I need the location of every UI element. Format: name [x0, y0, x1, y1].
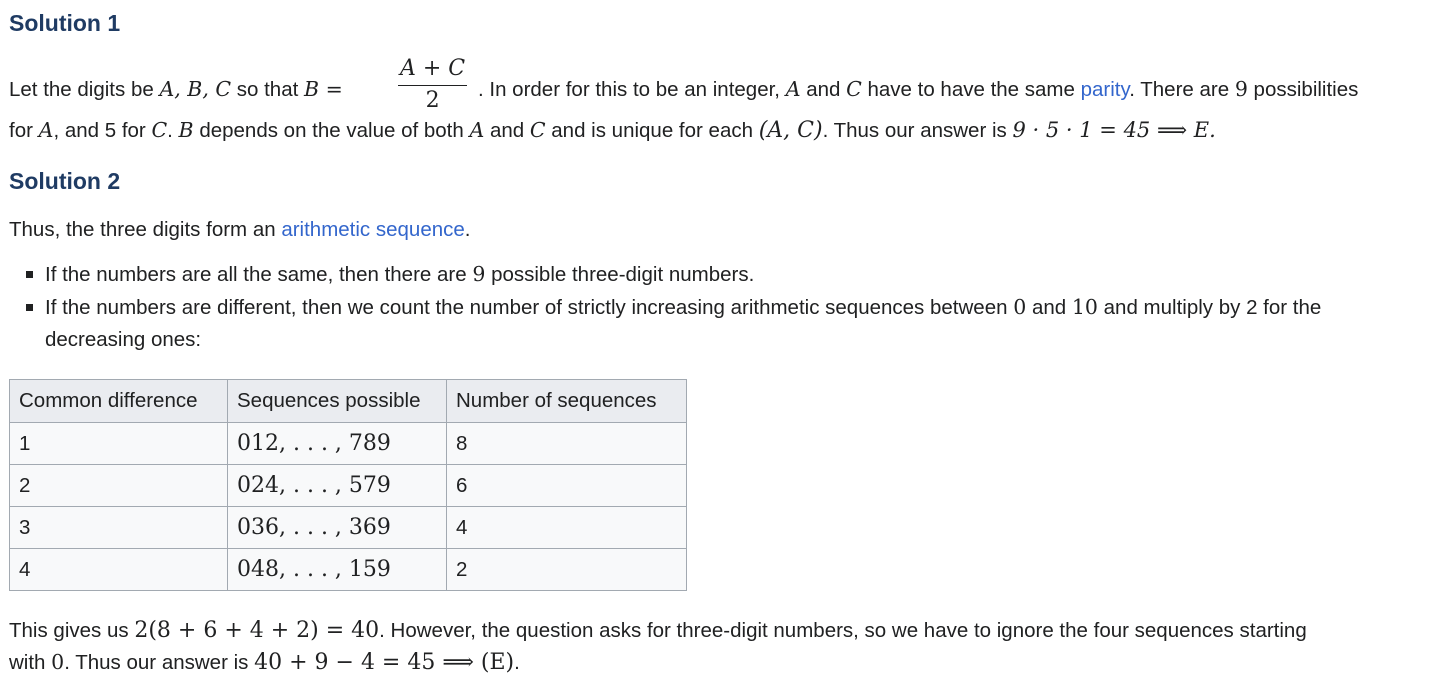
text: for	[9, 119, 39, 142]
solution-2-heading: Solution 2	[9, 168, 121, 194]
text: . Thus our answer is	[822, 119, 1013, 142]
table-cell: 6	[446, 464, 687, 507]
bullet-icon	[26, 271, 33, 278]
text: .	[167, 119, 179, 142]
math-answer-2: 40 + 9 − 4 = 45 ⟹ (E)	[254, 650, 515, 675]
list-item: If the numbers are all the same, then th…	[9, 258, 1449, 291]
solution-1-line-1-cont: . In order for this to be an integer, A …	[478, 77, 1358, 102]
solution-1-line-1: Let the digits be A, B, C so that B =	[9, 77, 343, 102]
column-header: Sequences possible	[227, 379, 447, 423]
conclusion-line-2: with 0. Thus our answer is 40 + 9 − 4 = …	[9, 650, 520, 675]
math-b-equals: B =	[304, 77, 343, 101]
table-cell: 8	[446, 422, 687, 465]
math-a: A	[785, 77, 801, 101]
math-0: 0	[1013, 295, 1027, 319]
text: .	[514, 651, 520, 674]
text: . In order for this to be an integer,	[478, 78, 786, 101]
list-item: If the numbers are different, then we co…	[9, 291, 1449, 356]
text: and is unique for each	[545, 119, 759, 142]
math-9: 9	[472, 262, 486, 286]
table-row: 2 024, . . . , 579 6	[9, 464, 687, 507]
math-pair-ac: (A, C)	[758, 118, 823, 143]
math-c: C	[151, 118, 168, 142]
text: . However, the question asks for three-d…	[379, 619, 1307, 642]
text: This gives us	[9, 619, 135, 642]
math-c: C	[529, 118, 546, 142]
table-cell: 024, . . . , 579	[227, 464, 447, 507]
text: possibilities	[1247, 78, 1359, 101]
math-0: 0	[51, 650, 65, 674]
table-row: 3 036, . . . , 369 4	[9, 506, 687, 549]
text: and	[1026, 296, 1072, 319]
text: Let the digits be	[9, 78, 160, 101]
arithmetic-sequence-link[interactable]: arithmetic sequence	[281, 218, 464, 241]
sequence-table: Common difference Sequences possible Num…	[9, 379, 687, 591]
conclusion-line-1: This gives us 2(8 + 6 + 4 + 2) = 40. How…	[9, 618, 1307, 643]
fraction-denominator: 2	[425, 88, 440, 113]
table-row: 1 012, . . . , 789 8	[9, 422, 687, 465]
table-cell: 1	[9, 422, 228, 465]
table-cell: 036, . . . , 369	[227, 506, 447, 549]
text: Thus, the three digits form an	[9, 218, 282, 241]
column-header: Common difference	[9, 379, 228, 423]
table-cell: 048, . . . , 159	[227, 548, 447, 591]
text: possible three-digit numbers.	[485, 263, 755, 286]
fraction-numerator: A + C	[398, 56, 468, 86]
text: depends on the value of both	[193, 119, 470, 142]
fraction-a-plus-c-over-2: A + C 2	[398, 56, 468, 113]
table-cell: 3	[9, 506, 228, 549]
table-cell: 012, . . . , 789	[227, 422, 447, 465]
math-9: 9	[1234, 77, 1248, 101]
table-cell: 4	[446, 506, 687, 549]
solution-1-line-2: for A, and 5 for C. B depends on the val…	[9, 118, 1216, 143]
math-abc: A, B, C	[159, 77, 232, 101]
text: with	[9, 651, 52, 674]
text: . There are	[1129, 78, 1235, 101]
text: . Thus our answer is	[64, 651, 255, 674]
text: and	[800, 78, 847, 101]
math-answer-1: 9 · 5 · 1 = 45 ⟹ E.	[1012, 118, 1216, 142]
text: and	[484, 119, 530, 142]
table-row: 4 048, . . . , 159 2	[9, 548, 687, 591]
math-10: 10	[1071, 295, 1098, 319]
case-list: If the numbers are all the same, then th…	[9, 258, 1449, 356]
text: If the numbers are all the same, then th…	[45, 263, 473, 286]
table-cell: 2	[9, 464, 228, 507]
bullet-icon	[26, 304, 33, 311]
table-header-row: Common difference Sequences possible Num…	[9, 379, 687, 423]
math-c: C	[846, 77, 862, 101]
text: so that	[231, 78, 304, 101]
solution-1-heading: Solution 1	[9, 10, 121, 36]
math-b: B	[178, 118, 194, 142]
text: If the numbers are different, then we co…	[45, 296, 1014, 319]
parity-link[interactable]: parity	[1081, 78, 1130, 101]
text: decreasing ones:	[45, 328, 202, 351]
text: .	[464, 218, 471, 241]
text: and multiply by 2 for the	[1097, 296, 1322, 319]
text: , and 5 for	[53, 119, 152, 142]
math-a: A	[38, 118, 54, 142]
column-header: Number of sequences	[446, 379, 687, 423]
math-a: A	[469, 118, 485, 142]
table-cell: 2	[446, 548, 687, 591]
table-cell: 4	[9, 548, 228, 591]
math-sum: 2(8 + 6 + 4 + 2) = 40	[134, 618, 380, 643]
solution-2-intro: Thus, the three digits form an arithmeti…	[9, 218, 471, 242]
text: have to have the same	[861, 78, 1081, 101]
